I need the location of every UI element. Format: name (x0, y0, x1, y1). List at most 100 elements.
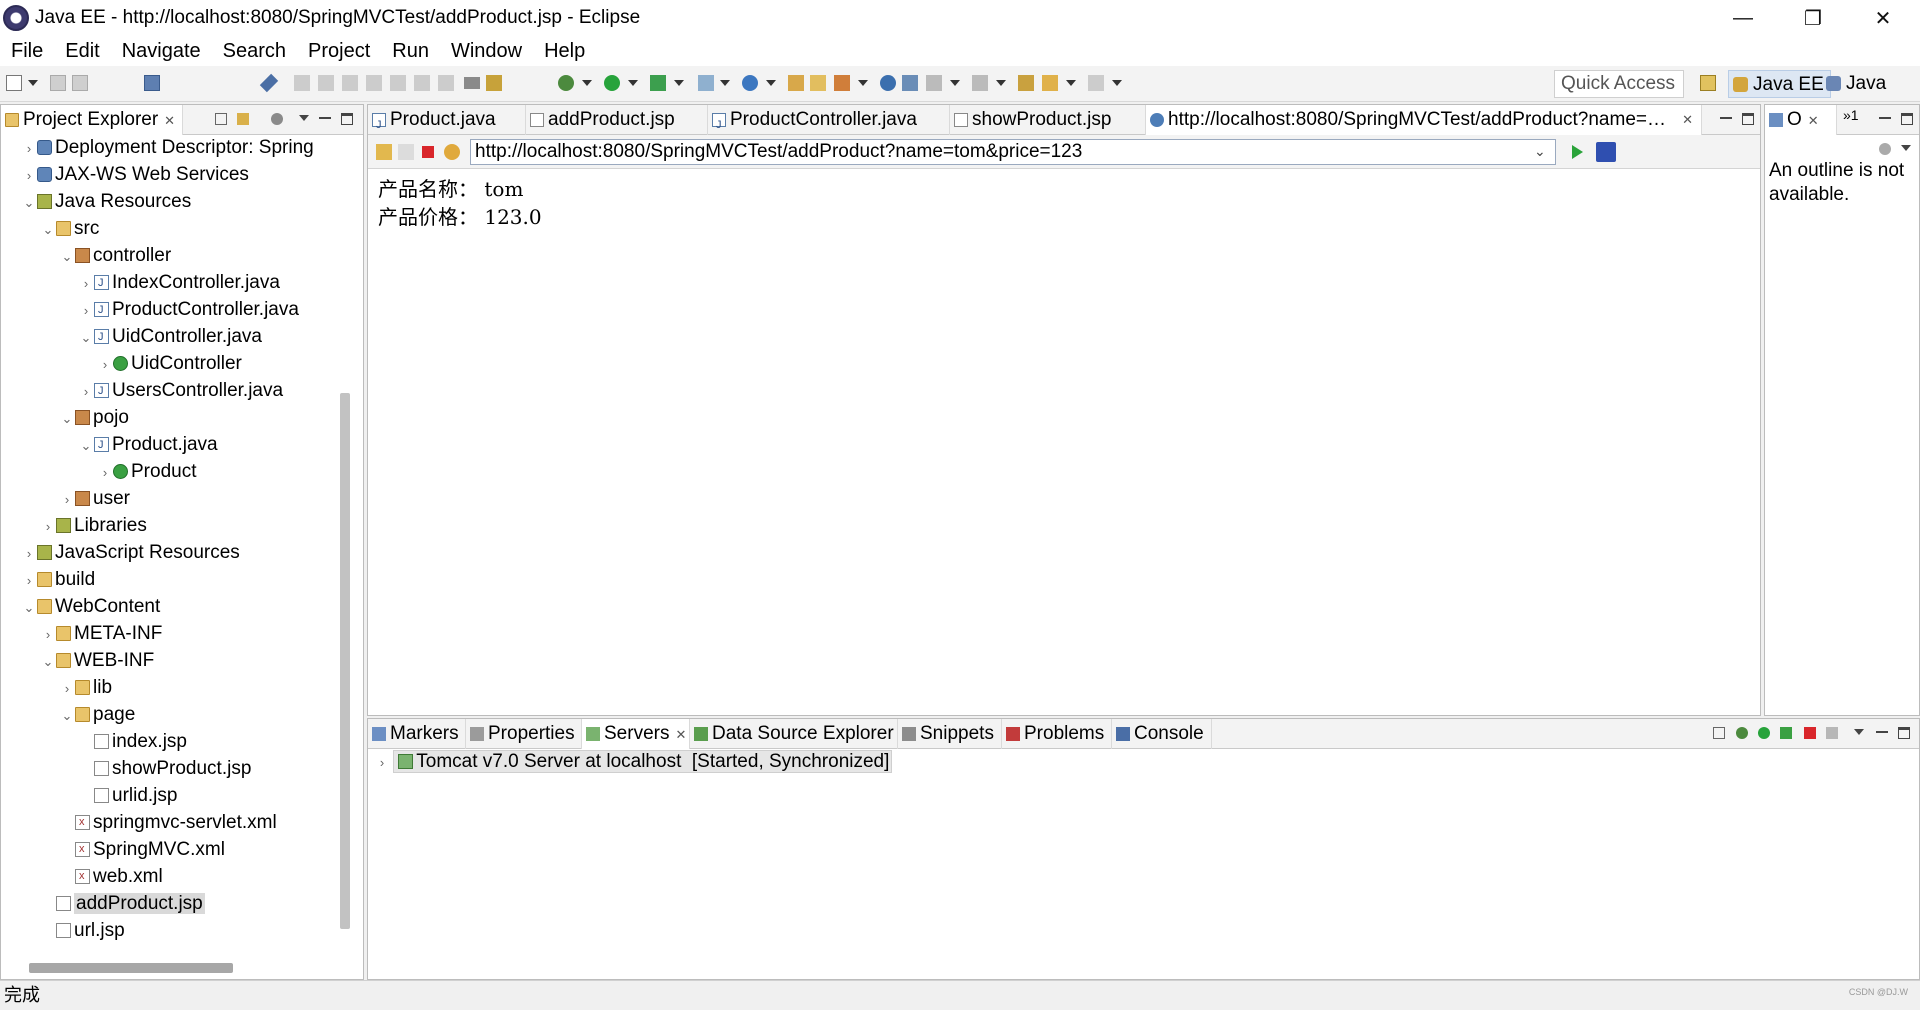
expand-chevron-icon[interactable]: › (61, 489, 73, 511)
servers-view-menu-icon[interactable] (1854, 729, 1864, 735)
minimize-button[interactable]: — (1708, 0, 1778, 36)
browser-refresh-icon[interactable] (444, 144, 460, 160)
server-expand-icon[interactable]: › (376, 752, 388, 774)
resume-icon[interactable] (294, 75, 310, 91)
menu-file[interactable]: File (0, 36, 54, 66)
close-tab-icon[interactable]: ✕ (675, 727, 686, 742)
expand-chevron-icon[interactable]: › (80, 273, 92, 295)
menu-help[interactable]: Help (533, 36, 596, 66)
editor-tab[interactable]: showProduct.jsp (950, 105, 1146, 135)
bottom-tab[interactable]: Data Source Explorer (690, 719, 898, 749)
search-dropdown-icon[interactable] (858, 80, 868, 86)
expand-chevron-icon[interactable]: › (99, 462, 111, 484)
minimize-bottom-icon[interactable] (1876, 731, 1888, 733)
tree-item[interactable]: ⌄ src (42, 218, 100, 241)
suspend-icon[interactable] (318, 75, 334, 91)
editor-tab[interactable]: addProduct.jsp (526, 105, 708, 135)
start-server-icon[interactable] (1758, 727, 1770, 739)
tree-item[interactable]: index.jsp (80, 731, 187, 753)
menu-window[interactable]: Window (440, 36, 533, 66)
vertical-scrollbar[interactable] (340, 393, 350, 929)
collapse-chevron-icon[interactable]: ⌄ (42, 651, 54, 673)
search-icon[interactable] (834, 75, 850, 91)
tree-item[interactable]: addProduct.jsp (42, 893, 205, 915)
class-dropdown-icon[interactable] (766, 80, 776, 86)
tree-item[interactable]: ⌄ page (61, 704, 136, 726)
step-over-icon[interactable] (414, 75, 430, 91)
menu-run[interactable]: Run (381, 36, 440, 66)
next-annotation-dropdown-icon[interactable] (950, 80, 960, 86)
back-icon[interactable] (1042, 75, 1058, 91)
tree-item[interactable]: web.xml (61, 865, 163, 888)
pin-icon[interactable] (259, 73, 279, 93)
tree-item[interactable]: ⌄ Product.java (80, 434, 218, 456)
open-external-browser-icon[interactable] (1596, 142, 1616, 162)
tree-item[interactable]: › Libraries (42, 515, 147, 537)
tree-item[interactable]: ⌄ pojo (61, 407, 129, 429)
new-file-icon[interactable] (6, 75, 22, 91)
minimize-outline-icon[interactable] (1879, 117, 1891, 119)
expand-chevron-icon[interactable]: › (42, 624, 54, 646)
browser-url-input[interactable]: http://localhost:8080/SpringMVCTest/addP… (470, 139, 1556, 165)
debug-server-icon[interactable] (1736, 727, 1748, 739)
view-menu-icon[interactable] (299, 115, 309, 121)
perspective-java[interactable]: Java (1822, 70, 1892, 98)
run-external-tool-icon[interactable] (650, 75, 666, 91)
collapse-chevron-icon[interactable]: ⌄ (61, 408, 73, 430)
bottom-tab[interactable]: Problems (1002, 719, 1112, 749)
menu-search[interactable]: Search (212, 36, 297, 66)
tree-item[interactable]: showProduct.jsp (80, 758, 251, 780)
bottom-tab[interactable]: Properties (466, 719, 582, 749)
server-entry[interactable]: Tomcat v7.0 Server at localhost [Started… (393, 750, 893, 773)
editor-tab[interactable]: ProductController.java (708, 105, 950, 135)
tree-item[interactable]: › user (61, 488, 130, 510)
menu-project[interactable]: Project (297, 36, 381, 66)
outline-filter-icon[interactable] (1879, 143, 1891, 155)
browser-go-icon[interactable] (1572, 145, 1583, 159)
tree-item[interactable]: ⌄ WEB-INF (42, 650, 155, 673)
new-dropdown-icon[interactable] (28, 80, 38, 86)
editor-tab[interactable]: http://localhost:8080/SpringMVCTest/addP… (1146, 105, 1702, 135)
maximize-bottom-icon[interactable] (1898, 727, 1910, 739)
tree-item[interactable]: › JAX-WS Web Services (23, 164, 249, 186)
expand-chevron-icon[interactable]: › (80, 381, 92, 403)
browser-back-icon[interactable] (376, 144, 392, 160)
expand-chevron-icon[interactable]: › (23, 570, 35, 592)
tree-item[interactable]: › Product (99, 461, 197, 484)
tree-item[interactable]: springmvc-servlet.xml (61, 811, 277, 834)
expand-chevron-icon[interactable]: › (99, 354, 111, 376)
more-views-button[interactable]: »1 (1843, 107, 1859, 123)
tree-item[interactable]: › IndexController.java (80, 272, 280, 294)
tree-item[interactable]: SpringMVC.xml (61, 838, 225, 861)
collapse-chevron-icon[interactable]: ⌄ (42, 219, 54, 241)
forward-icon[interactable] (1088, 75, 1104, 91)
collapse-chevron-icon[interactable]: ⌄ (80, 435, 92, 457)
forward-dropdown-icon[interactable] (1112, 80, 1122, 86)
tree-item[interactable]: › JavaScript Resources (23, 542, 240, 564)
link-with-editor-icon[interactable] (237, 113, 249, 125)
collapse-chevron-icon[interactable]: ⌄ (80, 327, 92, 349)
next-annotation-icon[interactable] (926, 75, 942, 91)
horizontal-scrollbar[interactable] (29, 963, 233, 973)
stop-server-icon[interactable] (1804, 727, 1816, 739)
close-window-button[interactable]: ✕ (1848, 0, 1918, 36)
tree-item[interactable]: ⌄ WebContent (23, 596, 161, 619)
step-return-icon[interactable] (438, 75, 454, 91)
drop-to-frame-icon[interactable] (464, 77, 480, 89)
toggle-mark-occurrences-icon[interactable] (902, 75, 918, 91)
open-type-icon[interactable] (788, 75, 804, 91)
menu-edit[interactable]: Edit (54, 36, 110, 66)
minimize-view-icon[interactable] (319, 117, 331, 119)
open-browser-icon[interactable] (880, 75, 896, 91)
outline-view-menu-icon[interactable] (1901, 145, 1911, 151)
profile-server-icon[interactable] (1780, 727, 1792, 739)
collapse-chevron-icon[interactable]: ⌄ (23, 597, 35, 619)
perspective-java-ee[interactable]: Java EE (1728, 70, 1831, 98)
collapse-all-icon[interactable] (215, 113, 227, 125)
menu-navigate[interactable]: Navigate (111, 36, 212, 66)
tree-item[interactable]: › Deployment Descriptor: Spring (23, 137, 314, 159)
close-outline-icon[interactable]: ✕ (1808, 113, 1819, 128)
url-history-chevron-icon[interactable]: ⌄ (1534, 143, 1546, 160)
filters-icon[interactable] (271, 113, 283, 125)
server-row[interactable]: › Tomcat v7.0 Server at localhost [Start… (376, 750, 893, 774)
